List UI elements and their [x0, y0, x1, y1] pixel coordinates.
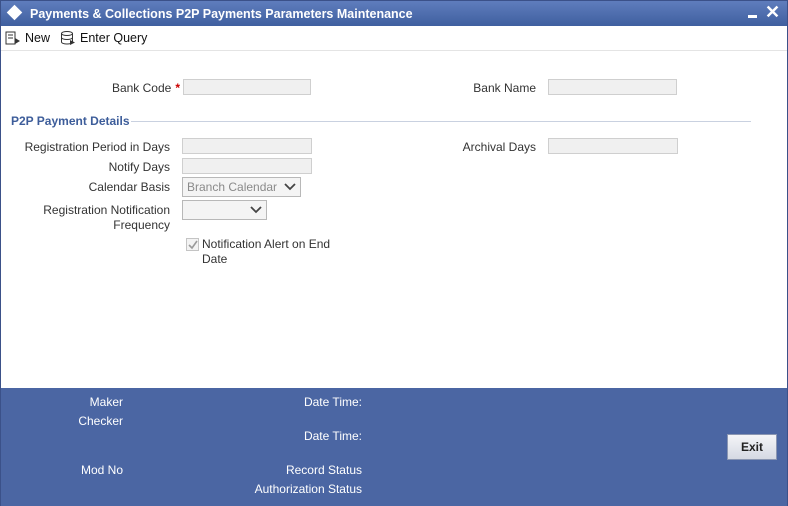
authorization-status-label: Authorization Status: [254, 482, 362, 496]
chevron-down-icon: [250, 206, 262, 214]
p2p-section-title: P2P Payment Details: [11, 114, 130, 128]
notification-alert-checkbox[interactable]: [186, 238, 199, 251]
maker-date-time-label: Date Time:: [303, 395, 362, 409]
checker-label: Checker: [78, 414, 123, 428]
chevron-down-icon: [284, 183, 296, 191]
section-divider: [131, 121, 751, 122]
toolbar: New Enter Query: [1, 26, 787, 51]
new-document-icon: [5, 31, 20, 45]
close-icon[interactable]: ✕: [765, 2, 780, 22]
record-status-label: Record Status: [285, 463, 362, 477]
reg-notification-label: Registration Notification Frequency: [6, 203, 170, 233]
maintenance-window: Payments & Collections P2P Payments Para…: [0, 0, 788, 506]
title-bar: Payments & Collections P2P Payments Para…: [1, 1, 787, 26]
maker-label: Maker: [89, 395, 123, 409]
bank-name-input[interactable]: [548, 79, 677, 95]
reg-notification-label-line2: Frequency: [113, 218, 170, 232]
calendar-basis-value: Branch Calendar: [187, 180, 278, 194]
window-diamond-icon: [6, 4, 23, 21]
archival-days-input[interactable]: [548, 138, 678, 154]
registration-period-label: Registration Period in Days: [24, 140, 170, 154]
checkmark-icon: [188, 240, 198, 250]
mod-no-label: Mod No: [80, 463, 123, 477]
notify-days-label: Notify Days: [108, 160, 170, 174]
audit-footer: Maker Checker Mod No Date Time: Date Tim…: [1, 388, 787, 506]
bank-code-label: Bank Code: [111, 81, 172, 95]
window-title: Payments & Collections P2P Payments Para…: [30, 7, 413, 21]
checker-date-time-label: Date Time:: [303, 429, 362, 443]
new-button-label: New: [25, 31, 51, 45]
enter-query-button[interactable]: Enter Query: [60, 29, 147, 47]
enter-query-button-label: Enter Query: [80, 31, 148, 45]
required-marker: *: [175, 81, 180, 95]
notify-days-input[interactable]: [182, 158, 312, 174]
archival-days-label: Archival Days: [462, 140, 536, 154]
minimize-icon[interactable]: [746, 7, 760, 21]
registration-period-input[interactable]: [182, 138, 312, 154]
exit-button[interactable]: Exit: [727, 434, 777, 460]
new-button[interactable]: New: [5, 29, 50, 47]
reg-notification-label-line1: Registration Notification: [43, 203, 170, 217]
bank-code-input[interactable]: [183, 79, 311, 95]
calendar-basis-select[interactable]: Branch Calendar: [182, 177, 301, 197]
reg-notification-select[interactable]: [182, 200, 267, 220]
notification-alert-label: Notification Alert on End Date: [202, 237, 331, 266]
database-query-icon: [61, 31, 75, 45]
bank-code-label-group: Bank Code *: [61, 81, 180, 95]
bank-name-label: Bank Name: [473, 81, 536, 95]
calendar-basis-label: Calendar Basis: [88, 180, 170, 194]
